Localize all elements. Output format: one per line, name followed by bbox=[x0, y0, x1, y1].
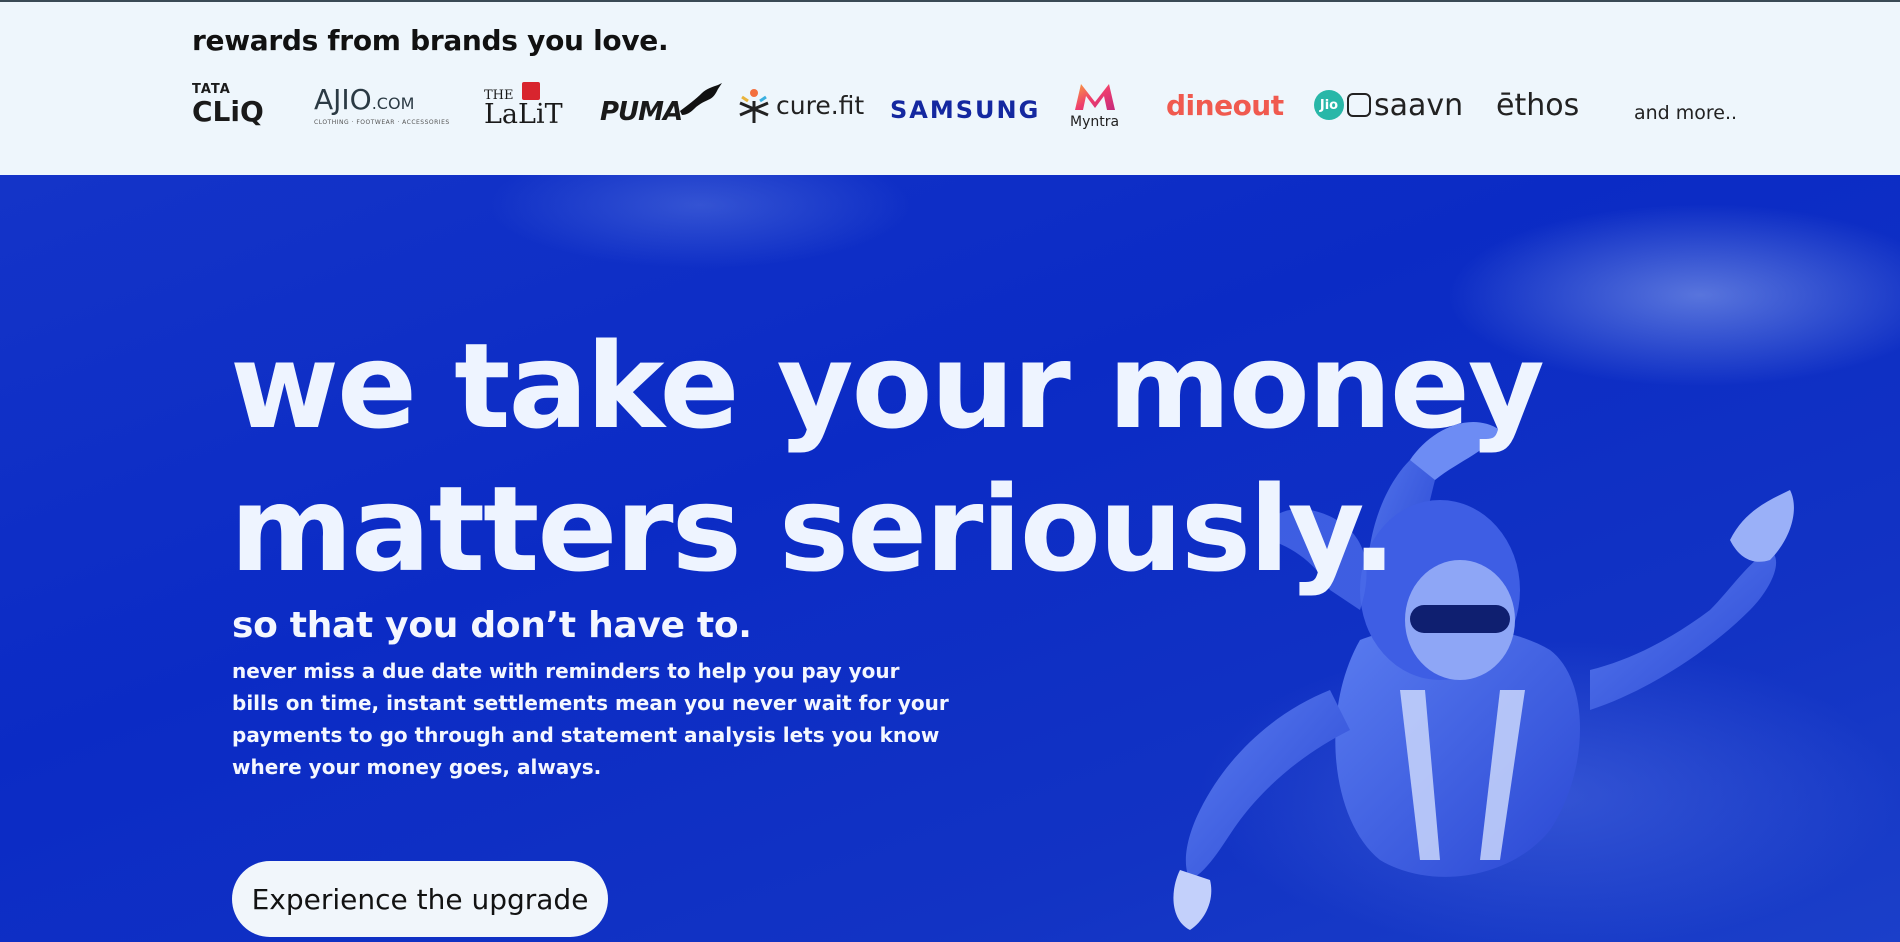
brands-heading: rewards from brands you love. bbox=[192, 24, 669, 57]
ajio-logo[interactable]: AJIO.COM CLOTHING · FOOTWEAR · ACCESSORI… bbox=[314, 80, 450, 130]
hero-headline-line2: matters seriously. bbox=[230, 460, 1397, 598]
tatacliq-logo[interactable]: TATA CLiQ bbox=[192, 80, 264, 130]
curefit-burst-icon bbox=[739, 89, 769, 123]
samsung-logo[interactable]: SAMSUNG bbox=[890, 80, 1040, 130]
lalit-logo[interactable]: THE LaLiT bbox=[484, 80, 564, 130]
lalit-emblem-icon bbox=[522, 82, 540, 100]
ethos-logo[interactable]: ēthos bbox=[1496, 80, 1579, 130]
hero-section: we take your money matters seriously. so… bbox=[0, 175, 1900, 942]
hero-subheadline: so that you don’t have to. bbox=[232, 605, 752, 646]
saavn-quote-icon bbox=[1347, 93, 1371, 117]
curefit-logo[interactable]: cure.fit bbox=[736, 80, 864, 130]
hero-description: never miss a due date with reminders to … bbox=[232, 659, 949, 779]
brand-rewards-strip: rewards from brands you love. TATA CLiQ … bbox=[0, 2, 1900, 175]
puma-logo[interactable]: PUMA bbox=[600, 80, 724, 130]
jiosaavn-logo[interactable]: Jio saavn bbox=[1314, 80, 1463, 130]
experience-upgrade-button[interactable]: Experience the upgrade bbox=[232, 861, 608, 937]
puma-cat-icon bbox=[680, 83, 723, 115]
dineout-logo[interactable]: dineout bbox=[1166, 80, 1284, 130]
myntra-logo[interactable]: Myntra bbox=[1070, 80, 1119, 130]
hero-headline-line1: we take your money bbox=[230, 317, 1545, 455]
and-more-link[interactable]: and more.. bbox=[1634, 88, 1737, 138]
myntra-m-icon bbox=[1074, 84, 1115, 110]
jio-badge-icon: Jio bbox=[1314, 90, 1344, 120]
